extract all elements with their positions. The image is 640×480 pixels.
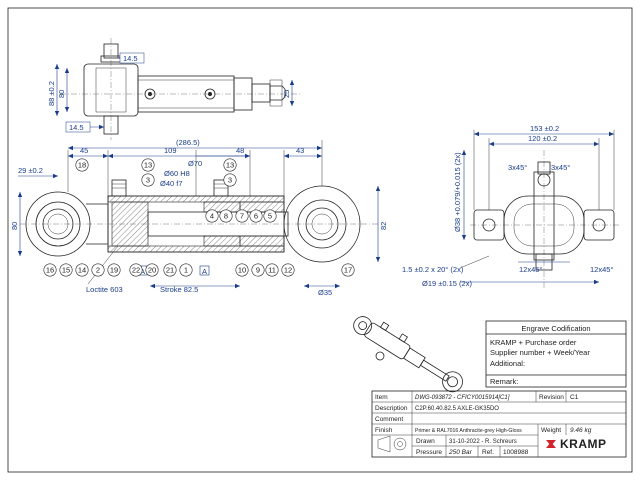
balloon-label-8: 8 <box>224 212 228 221</box>
balloon-label-15: 15 <box>62 266 70 275</box>
balloon-label-22: 22 <box>132 266 140 275</box>
balloon-label-13: 13 <box>144 161 152 170</box>
dim-rod-eye: 25 <box>282 90 291 98</box>
technical-drawing: 14.5 14.5 88 ±0.2 80 25 (286.5) 45 109 4… <box>7 7 633 473</box>
balloon-label-3: 3 <box>146 176 150 185</box>
balloon-label-7: 7 <box>240 212 244 221</box>
balloon-label-10: 10 <box>238 266 246 275</box>
dim-top-pin: 14.5 <box>123 54 138 63</box>
item-label: Item <box>375 394 388 401</box>
balloon-label-17: 17 <box>344 266 352 275</box>
balloon-label-6: 6 <box>254 212 258 221</box>
stroke-label: Stroke 82.5 <box>160 285 198 294</box>
finish-value: Primer & RAL7016 Anthracite-grey High-Gl… <box>415 428 522 434</box>
balloon-label-19: 19 <box>110 266 118 275</box>
title-block: Item DWG-093872 - CFICY0015914[C1] Revis… <box>371 390 627 458</box>
balloon-label-12: 12 <box>284 266 292 275</box>
dim-bottom-pin: 14.5 <box>69 123 84 132</box>
section-mark-a-2: A <box>202 267 207 276</box>
dim-29: 29 ±0.2 <box>18 166 43 175</box>
finish-label: Finish <box>375 427 393 434</box>
ref-label: Ref. <box>482 449 494 456</box>
drawn-label: Drawn <box>416 438 435 445</box>
ref-value: 1008988 <box>503 449 529 456</box>
drawn-value: 31-10-2022 - R. Schreurs <box>449 439 517 445</box>
dim-pin-38: Ø38 +0.079/+0.015 (2x) <box>453 152 462 232</box>
dim-12x45-left: 12x45° <box>519 265 542 274</box>
dim-80: 80 <box>10 222 19 230</box>
dim-bore: Ø60 H8 <box>164 169 190 178</box>
pressure-label: Pressure <box>416 449 442 456</box>
top-view: 14.5 14.5 88 ±0.2 80 25 <box>47 38 300 140</box>
projection-symbol <box>377 435 407 453</box>
dim-43: 43 <box>296 146 304 155</box>
balloon-label-14: 14 <box>78 266 86 275</box>
dim-tube-od: Ø70 <box>188 159 202 168</box>
section-view: (286.5) 45 109 48 43 Ø70 Ø60 H8 Ø40 f7 2… <box>10 138 388 297</box>
dim-82: 82 <box>379 222 388 230</box>
side-view: 153 ±0.2 120 ±0.2 3x45° 3x45° Ø38 +0.079… <box>402 124 620 290</box>
dim-153: 153 ±0.2 <box>530 124 559 133</box>
balloon-label-18: 18 <box>78 161 86 170</box>
dim-hole-19: Ø19 ±0.15 (2x) <box>422 279 472 288</box>
engrave-line-1: KRAMP + Purchase order <box>490 338 577 347</box>
description-label: Description <box>375 405 408 412</box>
description-value: C2P.60.40.82.5 AXLE-GK35DO <box>415 406 499 412</box>
item-value: DWG-093872 - CFICY0015914[C1] <box>415 395 510 401</box>
dim-eye-outer: 88 ±0.2 <box>47 81 56 106</box>
engrave-box: Engrave Codification KRAMP + Purchase or… <box>485 320 627 388</box>
dim-chamfer-right: 3x45° <box>551 163 570 172</box>
balloon-label-11: 11 <box>268 266 276 275</box>
pressure-value: 250 Bar <box>448 449 473 456</box>
dim-12x45-right: 12x45° <box>590 265 613 274</box>
balloon-label-4: 4 <box>210 212 214 221</box>
balloon-label-21: 21 <box>166 266 174 275</box>
engrave-title: Engrave Codification <box>521 324 590 333</box>
balloon-label-2: 2 <box>96 266 100 275</box>
engrave-line-3: Additional: <box>490 359 525 368</box>
dim-chamfer-left: 3x45° <box>508 163 527 172</box>
dim-48: 48 <box>236 146 244 155</box>
dim-109: 109 <box>164 146 177 155</box>
comment-label: Comment <box>375 416 403 423</box>
dim-rod: Ø40 f7 <box>160 179 183 188</box>
kramp-logo: KRAMP <box>546 437 607 451</box>
loctite-label: Loctite 603 <box>86 285 123 294</box>
revision-value: C1 <box>570 394 579 401</box>
dim-45: 45 <box>80 146 88 155</box>
engrave-line-2: Supplier number + Week/Year <box>490 348 590 357</box>
revision-label: Revision <box>539 394 564 401</box>
balloon-label-1: 1 <box>184 266 188 275</box>
weight-label: Weight <box>541 427 561 434</box>
brand-name: KRAMP <box>560 437 607 451</box>
dim-overall: (286.5) <box>176 138 200 147</box>
dim-eye-inner: 80 <box>57 90 66 98</box>
balloon-label-9: 9 <box>256 266 260 275</box>
engrave-remark: Remark: <box>490 377 518 386</box>
dim-chamfer-20: 1.5 ±0.2 x 20° (2x) <box>402 265 464 274</box>
iso-thumbnail <box>353 316 463 393</box>
balloon-label-20: 20 <box>148 266 156 275</box>
weight-value: 9.46 kg <box>570 427 592 434</box>
balloon-label-3: 3 <box>228 176 232 185</box>
dim-120: 120 ±0.2 <box>528 134 557 143</box>
dim-pin-35: Ø35 <box>318 288 332 297</box>
balloon-label-5: 5 <box>268 212 272 221</box>
balloon-label-13: 13 <box>226 161 234 170</box>
balloon-label-16: 16 <box>46 266 54 275</box>
